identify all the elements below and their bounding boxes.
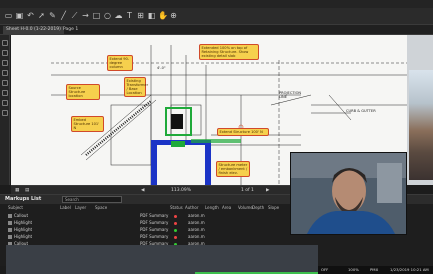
bookmarks-icon[interactable] <box>2 50 8 56</box>
curb-gutter-label: CURB & GUTTER <box>346 109 376 113</box>
markup-type-icon <box>8 228 12 232</box>
callout-markup[interactable]: Extend 90-degree column <box>107 55 133 71</box>
undo-icon[interactable]: ↶ <box>26 11 35 20</box>
table-row[interactable]: PDF Summary aaron.m <box>138 220 288 226</box>
webcam-video <box>290 152 407 235</box>
next-page-icon[interactable]: ▶ <box>266 187 269 194</box>
status-dot <box>174 228 177 232</box>
row-author: aaron.m <box>188 220 205 225</box>
thumbnails-icon[interactable] <box>2 40 8 46</box>
column-header[interactable]: Status <box>170 205 183 211</box>
tree-item[interactable]: Highlight <box>8 227 32 233</box>
row-author: aaron.m <box>188 234 205 239</box>
title-bar <box>0 0 433 8</box>
taskbar-item[interactable]: PMX <box>370 267 378 273</box>
status-dot <box>174 235 177 239</box>
blurred-overlay <box>6 245 318 274</box>
document-tab-strip: Sheet H-0.0 (1-22-2019) Page 1 <box>0 25 433 35</box>
tool-chest-icon[interactable] <box>2 80 8 86</box>
stamp-icon[interactable]: ◧ <box>147 11 156 20</box>
text-icon[interactable]: T <box>125 11 134 20</box>
row-subject: PDF Summary <box>140 227 169 232</box>
tree-item[interactable]: Highlight <box>8 234 32 240</box>
status-dot <box>174 221 177 225</box>
status-dot <box>174 214 177 218</box>
polyline-icon[interactable]: ⟋ <box>70 11 79 20</box>
column-header[interactable]: Author <box>185 205 198 211</box>
column-header[interactable]: Label <box>60 205 71 211</box>
column-header[interactable]: Length <box>205 205 219 211</box>
hand-icon[interactable]: ✋ <box>158 11 168 20</box>
column-header[interactable]: Subject <box>8 205 23 211</box>
line-icon[interactable]: ╱ <box>59 11 68 20</box>
markups-search-input[interactable]: Search <box>62 196 122 203</box>
table-row[interactable]: PDF Summary aaron.m <box>138 213 288 219</box>
row-subject: PDF Summary <box>140 234 169 239</box>
background-photo <box>409 70 433 180</box>
properties-icon[interactable] <box>2 70 8 76</box>
left-panel-rail <box>0 35 10 185</box>
cloud-icon[interactable]: ☁ <box>114 11 123 20</box>
projection-line-label: PROJECTION LINE <box>279 91 302 99</box>
pen-icon[interactable]: ✎ <box>48 11 57 20</box>
markup-type-icon <box>8 235 12 239</box>
search-icon[interactable] <box>2 100 8 106</box>
prev-page-icon[interactable]: ◀ <box>141 187 144 194</box>
callout-markup[interactable]: Extend Structure 100' N <box>217 128 269 136</box>
grid-icon[interactable]: ▦ <box>15 187 19 194</box>
table-row[interactable]: PDF Summary aaron.m <box>138 234 288 240</box>
row-author: aaron.m <box>188 227 205 232</box>
save-icon[interactable]: ▣ <box>15 11 24 20</box>
layers-icon[interactable] <box>2 60 8 66</box>
measure-icon[interactable]: ⊞ <box>136 11 145 20</box>
column-header[interactable]: Area <box>222 205 231 211</box>
main-toolbar: ▭ ▣ ↶ ➚ ✎ ╱ ⟋ → □ ○ ☁ T ⊞ ◧ ✋ ⊕ <box>0 8 433 25</box>
signatures-icon[interactable] <box>2 110 8 116</box>
folder-icon[interactable]: ▭ <box>4 11 13 20</box>
callout-markup[interactable]: Embed Structure 101' N <box>71 116 104 132</box>
taskbar-item[interactable]: 1/23/2019 10:21 AM <box>390 267 429 273</box>
webcam-image <box>291 153 406 234</box>
callout-markup[interactable]: Structure meter / embankment / finish el… <box>216 161 250 177</box>
row-subject: PDF Summary <box>140 220 169 225</box>
ellipse-icon[interactable]: ○ <box>103 11 112 20</box>
callout-markup[interactable]: Source Structure location <box>66 84 100 100</box>
tree-item[interactable]: Highlight <box>8 220 32 226</box>
zoom-icon[interactable]: ⊕ <box>169 11 178 20</box>
taskbar: OFF 100% PMX 1/23/2019 10:21 AM <box>318 266 433 274</box>
column-header[interactable]: Depth <box>252 205 264 211</box>
tree-item[interactable]: Callout <box>8 213 28 219</box>
zoom-level[interactable]: 113.09% <box>171 187 191 194</box>
table-row[interactable]: PDF Summary aaron.m <box>138 227 288 233</box>
column-header[interactable]: Layer <box>75 205 86 211</box>
tree-item-label: Highlight <box>14 234 33 239</box>
measurements-icon[interactable] <box>2 90 8 96</box>
markup-type-icon <box>8 214 12 218</box>
column-header[interactable]: Volume <box>238 205 253 211</box>
markups-title: Markups List <box>5 196 42 202</box>
page-tab[interactable]: Page 1 <box>60 26 81 34</box>
dimension-label: 4'-0" <box>157 66 166 70</box>
callout-markup[interactable]: Existing Transformer / Base Location <box>124 77 148 97</box>
rect-icon[interactable]: □ <box>92 11 101 20</box>
page-indicator[interactable]: 1 of 1 <box>241 187 254 194</box>
tree-item-label: Highlight <box>14 220 33 225</box>
tree-item-label: Highlight <box>14 227 33 232</box>
taskbar-item[interactable]: 100% <box>348 267 359 273</box>
taskbar-item[interactable]: OFF <box>321 267 328 273</box>
column-header[interactable]: Slope <box>268 205 279 211</box>
row-subject: PDF Summary <box>140 213 169 218</box>
column-header[interactable]: Space <box>95 205 107 211</box>
tree-item-label: Callout <box>14 213 29 218</box>
pointer-icon[interactable]: ➚ <box>37 11 46 20</box>
file-tab[interactable]: Sheet H-0.0 (1-22-2019) <box>3 26 64 34</box>
row-author: aaron.m <box>188 213 205 218</box>
arrow-icon[interactable]: → <box>81 11 90 20</box>
snap-icon[interactable]: ▤ <box>25 187 29 194</box>
callout-markup[interactable]: Extended 100% on top of Retaining Struct… <box>199 44 259 60</box>
markup-type-icon <box>8 221 12 225</box>
